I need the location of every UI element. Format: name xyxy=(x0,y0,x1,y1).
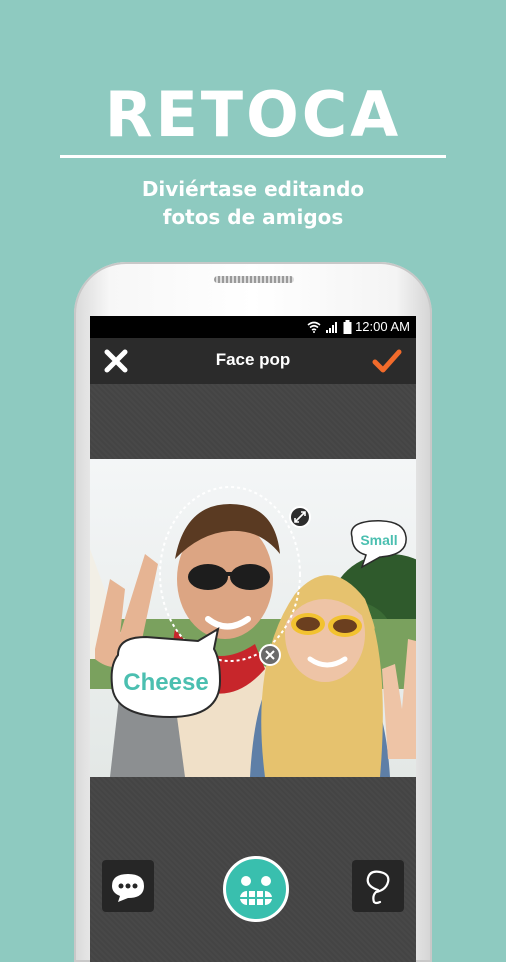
status-bar: 12:00 AM xyxy=(90,316,416,338)
screen-title: Face pop xyxy=(215,350,291,369)
photo-illustration: Cheese Small xyxy=(90,459,416,777)
face-sticker-icon xyxy=(240,876,272,905)
phone-speaker xyxy=(214,276,294,283)
speech-bubble-icon xyxy=(112,874,144,902)
status-time: 12:00 AM xyxy=(355,319,410,334)
headline-divider xyxy=(60,155,446,158)
phone-frame: 12:00 AM Face pop Cheese Small xyxy=(74,262,432,962)
app-bar: Face pop xyxy=(90,338,416,384)
lasso-icon xyxy=(366,870,390,905)
checkmark-icon xyxy=(372,349,402,373)
subtitle-line-1: Diviértase editando xyxy=(141,177,365,201)
face-sticker-button[interactable] xyxy=(223,856,289,922)
cheese-sticker-text: Cheese xyxy=(123,669,208,696)
confirm-button[interactable] xyxy=(372,347,402,375)
battery-icon xyxy=(343,320,352,334)
promo-subtitle: Diviértase editando fotos de amigos xyxy=(0,175,506,231)
phone-screen: 12:00 AM Face pop Cheese Small xyxy=(90,316,416,962)
speech-bubble-tool-button[interactable] xyxy=(102,860,154,912)
lasso-tool-button[interactable] xyxy=(352,860,404,912)
signal-icon xyxy=(326,322,337,333)
delete-handle[interactable] xyxy=(259,644,281,666)
cheese-sticker[interactable]: Cheese xyxy=(110,626,222,719)
resize-handle[interactable] xyxy=(289,506,311,528)
wifi-icon xyxy=(307,321,321,333)
canvas-margin-top xyxy=(90,384,416,459)
promo-headline: RETOCA xyxy=(104,78,402,151)
subtitle-line-2: fotos de amigos xyxy=(162,205,344,229)
photo-canvas[interactable]: Cheese Small xyxy=(90,459,416,777)
small-sticker-text: Small xyxy=(360,532,397,548)
